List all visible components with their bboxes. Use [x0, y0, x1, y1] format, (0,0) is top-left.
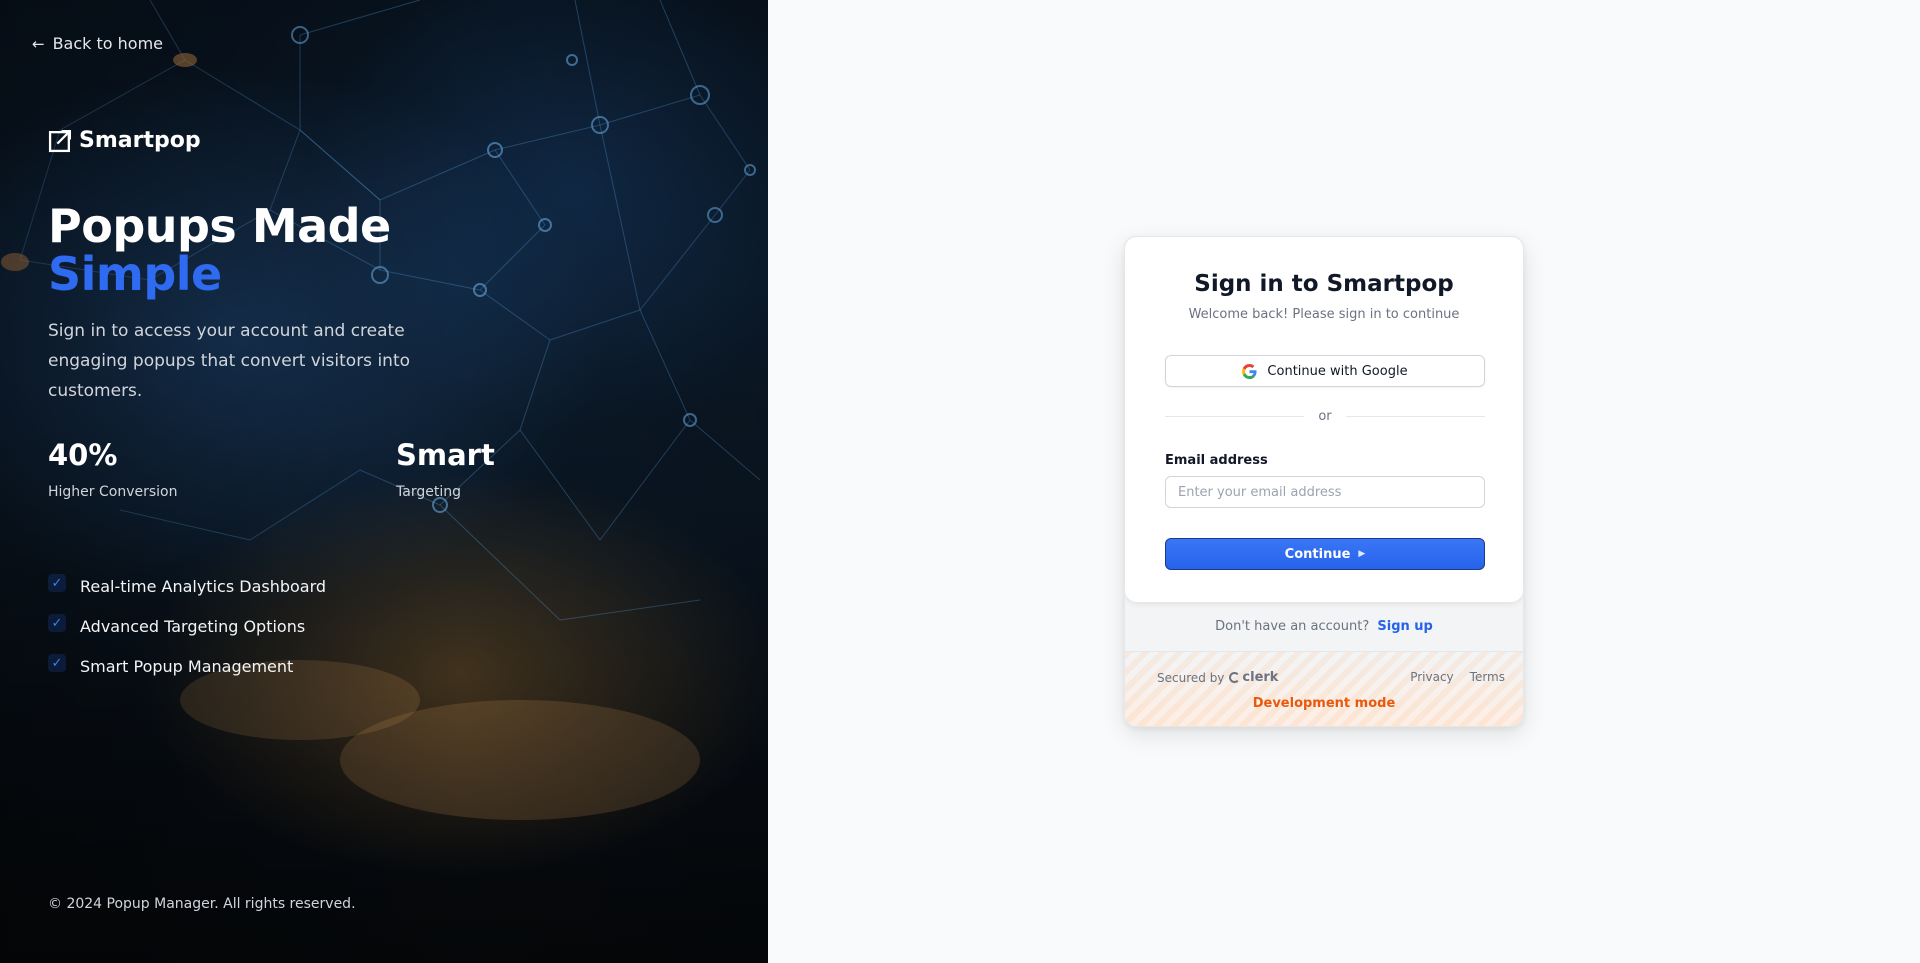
clerk-logo-icon	[1229, 672, 1241, 683]
feature-label: Smart Popup Management	[80, 656, 294, 676]
privacy-link[interactable]: Privacy	[1410, 670, 1453, 684]
hero-subtitle: Sign in to access your account and creat…	[48, 321, 411, 401]
google-button-label: Continue with Google	[1267, 363, 1408, 379]
clerk-logo: clerk	[1229, 670, 1278, 685]
hero-panel: ← Back to home Smartpop Popups Made Simp…	[0, 0, 768, 963]
google-g-icon	[1242, 363, 1257, 379]
sign-up-link[interactable]: Sign up	[1377, 619, 1432, 634]
feature-label: Advanced Targeting Options	[80, 616, 306, 636]
check-icon: ✓	[48, 574, 66, 592]
stat-value: Smart	[396, 438, 495, 472]
headline-accent: Simple	[48, 247, 222, 301]
stat-label: Targeting	[396, 484, 461, 500]
caret-right-icon: ▶	[1358, 549, 1366, 559]
clerk-brand: clerk	[1242, 670, 1279, 685]
terms-link[interactable]: Terms	[1470, 670, 1505, 684]
or-divider: or	[1165, 409, 1485, 424]
back-to-home-link[interactable]: ← Back to home	[32, 34, 163, 53]
stat-value: 40%	[48, 438, 118, 472]
arrow-left-icon: ←	[32, 34, 45, 53]
signup-prompt: Don't have an account? Sign up	[1125, 619, 1523, 634]
brand: Smartpop	[48, 128, 201, 153]
no-account-text: Don't have an account?	[1215, 619, 1370, 634]
divider-label: or	[1318, 409, 1332, 424]
check-icon: ✓	[48, 654, 66, 672]
sign-in-card: Sign in to Smartpop Welcome back! Please…	[1125, 237, 1523, 602]
secured-by-label: Secured by	[1157, 670, 1225, 685]
feature-item: ✓ Smart Popup Management	[48, 646, 326, 686]
headline-line1: Popups Made	[48, 199, 391, 253]
hero-headline: Popups Made Simple	[48, 202, 391, 298]
divider-line	[1165, 416, 1305, 417]
card-footer: Secured by clerk Privacy Terms Developme…	[1125, 651, 1523, 726]
email-label: Email address	[1165, 453, 1268, 468]
continue-with-google-button[interactable]: Continue with Google	[1165, 355, 1485, 387]
stat-targeting: Smart Targeting	[396, 438, 495, 500]
external-link-square-icon	[48, 129, 72, 153]
sign-in-title: Sign in to Smartpop	[1194, 271, 1454, 297]
copyright: © 2024 Popup Manager. All rights reserve…	[48, 896, 356, 912]
divider-line	[1345, 416, 1485, 417]
sign-in-subtitle: Welcome back! Please sign in to continue	[1188, 307, 1460, 322]
development-mode-badge: Development mode	[1252, 696, 1396, 711]
feature-label: Real-time Analytics Dashboard	[80, 576, 327, 596]
legal-links: Privacy Terms	[1410, 670, 1505, 684]
feature-item: ✓ Real-time Analytics Dashboard	[48, 566, 326, 606]
continue-button[interactable]: Continue ▶	[1165, 538, 1485, 570]
check-icon: ✓	[48, 614, 66, 632]
stat-label: Higher Conversion	[48, 484, 178, 500]
secured-by-clerk[interactable]: Secured by clerk	[1157, 670, 1278, 685]
brand-name: Smartpop	[79, 128, 201, 153]
stat-conversion: 40% Higher Conversion	[48, 438, 178, 500]
continue-button-label: Continue	[1284, 546, 1351, 562]
sign-in-container: Sign in to Smartpop Welcome back! Please…	[1124, 236, 1524, 727]
feature-item: ✓ Advanced Targeting Options	[48, 606, 326, 646]
back-to-home-label: Back to home	[52, 34, 164, 53]
email-field[interactable]	[1165, 476, 1485, 508]
feature-list: ✓ Real-time Analytics Dashboard ✓ Advanc…	[48, 566, 326, 686]
